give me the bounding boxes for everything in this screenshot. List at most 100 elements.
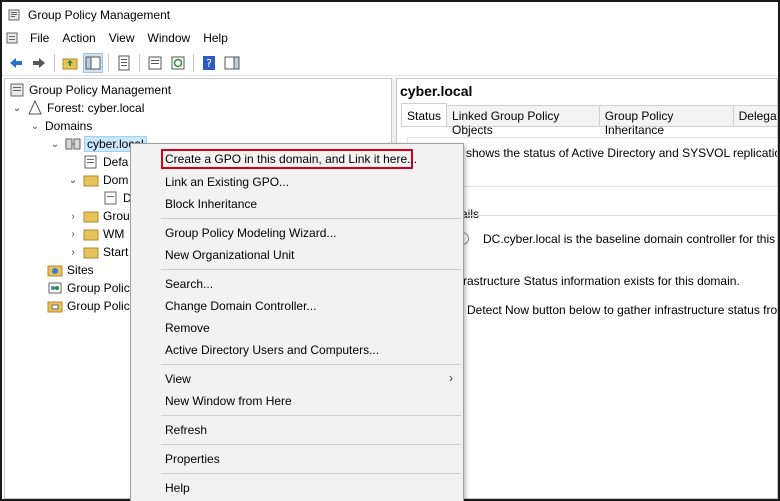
context-menu: Create a GPO in this domain, and Link it… <box>130 143 464 501</box>
menu-item-block-inheritance[interactable]: Block Inheritance <box>165 194 257 214</box>
folder-icon <box>83 247 99 259</box>
back-button[interactable] <box>6 53 26 73</box>
show-pane-icon <box>224 56 240 69</box>
menu-item-help[interactable]: Help <box>165 478 190 498</box>
up-folder-icon <box>62 58 78 69</box>
toolbar-separator <box>139 53 140 72</box>
menu-item-create-gpo-link[interactable]: Create a GPO in this domain, and Link it… <box>165 149 417 169</box>
domain-icon <box>65 138 81 150</box>
menu-item-remove[interactable]: Remove <box>165 318 210 338</box>
status-description: shows the status of Active Directory and… <box>466 146 777 160</box>
gpo-link-icon <box>104 191 117 205</box>
tree-item-forest[interactable]: ⌄ Forest: cyber.local <box>11 99 144 117</box>
menu-item-new-ou[interactable]: New Organizational Unit <box>165 245 294 265</box>
tree-item-domain-controllers[interactable]: ⌄ Dom <box>67 171 129 189</box>
toolbar-separator <box>108 53 109 72</box>
ou-folder-icon <box>83 175 99 187</box>
detect-now-text: Detect Now button below to gather infras… <box>467 303 778 317</box>
properties-icon <box>118 55 130 70</box>
chevron-down-icon[interactable]: ⌄ <box>49 138 61 150</box>
show-hide-tree-button[interactable] <box>83 52 103 73</box>
tree-item-modeling[interactable]: Group Polic <box>47 279 130 297</box>
refresh-button[interactable] <box>168 53 188 73</box>
menu-item-search[interactable]: Search... <box>165 274 213 294</box>
title-bar: Group Policy Management <box>2 2 778 28</box>
menu-separator <box>161 415 461 416</box>
menu-item-change-dc[interactable]: Change Domain Controller... <box>165 296 316 316</box>
tab-strip: Status Linked Group Policy Objects Group… <box>401 103 777 137</box>
menu-item-link-existing-gpo[interactable]: Link an Existing GPO... <box>165 172 289 192</box>
show-action-pane-button[interactable] <box>222 53 242 73</box>
tree-label: WM <box>103 227 125 241</box>
tree-item-dc-child[interactable]: D <box>103 189 132 207</box>
menu-separator <box>161 269 461 270</box>
menu-bar: File Action View Window Help <box>2 28 778 48</box>
toolbar-separator <box>193 53 194 72</box>
help-icon: ? <box>203 55 215 70</box>
gpm-root-icon <box>10 83 24 97</box>
menu-file[interactable]: File <box>24 31 56 45</box>
tree-label: Sites <box>67 263 94 277</box>
menu-view[interactable]: View <box>103 31 142 45</box>
tab-linked-gpos[interactable]: Linked Group Policy Objects <box>446 105 600 137</box>
tab-delegation[interactable]: Delegation <box>732 105 777 126</box>
sites-icon <box>47 265 63 277</box>
menu-window[interactable]: Window <box>142 31 198 45</box>
toolbar-separator <box>54 53 55 72</box>
tab-inheritance[interactable]: Group Policy Inheritance <box>598 105 734 137</box>
tree-label: Group Polic <box>67 299 130 313</box>
menu-app-icon[interactable] <box>6 31 20 45</box>
tree-item-root[interactable]: Group Policy Management <box>9 81 171 99</box>
chevron-right-icon[interactable]: › <box>67 210 79 222</box>
gpo-link-icon <box>84 155 97 169</box>
menu-item-aduc[interactable]: Active Directory Users and Computers... <box>165 340 379 360</box>
baseline-dc-text: DC.cyber.local is the baseline domain co… <box>483 232 777 246</box>
infrastructure-status-text: rastructure Status information exists fo… <box>463 274 740 288</box>
tree-item-default-policy[interactable]: Defa <box>83 153 128 171</box>
tree-label: Defa <box>103 155 129 169</box>
forward-button[interactable] <box>29 53 49 73</box>
chevron-down-icon[interactable]: ⌄ <box>67 174 79 186</box>
tree-item-gpo[interactable]: › Grou <box>67 207 129 225</box>
tree-label: Dom <box>103 173 129 187</box>
tree-item-wmi[interactable]: › WM <box>67 225 124 243</box>
up-one-level-button[interactable] <box>60 53 80 73</box>
export-list-button[interactable] <box>145 53 165 73</box>
menu-item-view[interactable]: View <box>165 369 191 389</box>
modeling-icon <box>48 282 62 294</box>
properties-button[interactable] <box>114 53 134 73</box>
results-icon <box>47 301 63 313</box>
folder-icon <box>83 211 99 223</box>
window-title: Group Policy Management <box>28 8 171 22</box>
menu-item-modeling-wizard[interactable]: Group Policy Modeling Wizard... <box>165 223 336 243</box>
menu-item-properties[interactable]: Properties <box>165 449 220 469</box>
chevron-right-icon[interactable]: › <box>67 228 79 240</box>
tree-item-starter[interactable]: › Start <box>67 243 128 261</box>
export-icon <box>148 56 162 69</box>
menu-item-refresh[interactable]: Refresh <box>165 420 207 440</box>
forward-arrow-icon <box>33 57 45 68</box>
menu-action[interactable]: Action <box>56 31 102 45</box>
details-title: cyber.local <box>400 83 473 99</box>
help-button[interactable]: ? <box>199 53 219 73</box>
window-frame: Group Policy Management File Action View… <box>0 0 780 501</box>
chevron-down-icon[interactable]: ⌄ <box>29 120 41 132</box>
gpm-app-icon <box>8 9 20 21</box>
menu-item-new-window[interactable]: New Window from Here <box>165 391 292 411</box>
back-arrow-icon <box>10 57 22 68</box>
svg-text:?: ? <box>206 57 212 70</box>
forest-icon <box>28 100 42 115</box>
tree-item-results[interactable]: Group Polic <box>47 297 130 315</box>
refresh-icon <box>171 56 185 69</box>
chevron-right-icon[interactable]: › <box>67 246 79 258</box>
tree-label: Group Polic <box>67 281 130 295</box>
toolbar: ? <box>2 50 778 76</box>
menu-separator <box>161 473 461 474</box>
chevron-down-icon[interactable]: ⌄ <box>11 102 23 114</box>
tab-status[interactable]: Status <box>401 103 448 126</box>
tree-label: Domains <box>45 119 93 133</box>
menu-help[interactable]: Help <box>197 31 235 45</box>
tree-item-sites[interactable]: Sites <box>47 261 94 279</box>
tree-item-domains[interactable]: ⌄ Domains <box>29 117 93 135</box>
tree-label: Group Policy Management <box>29 83 172 97</box>
